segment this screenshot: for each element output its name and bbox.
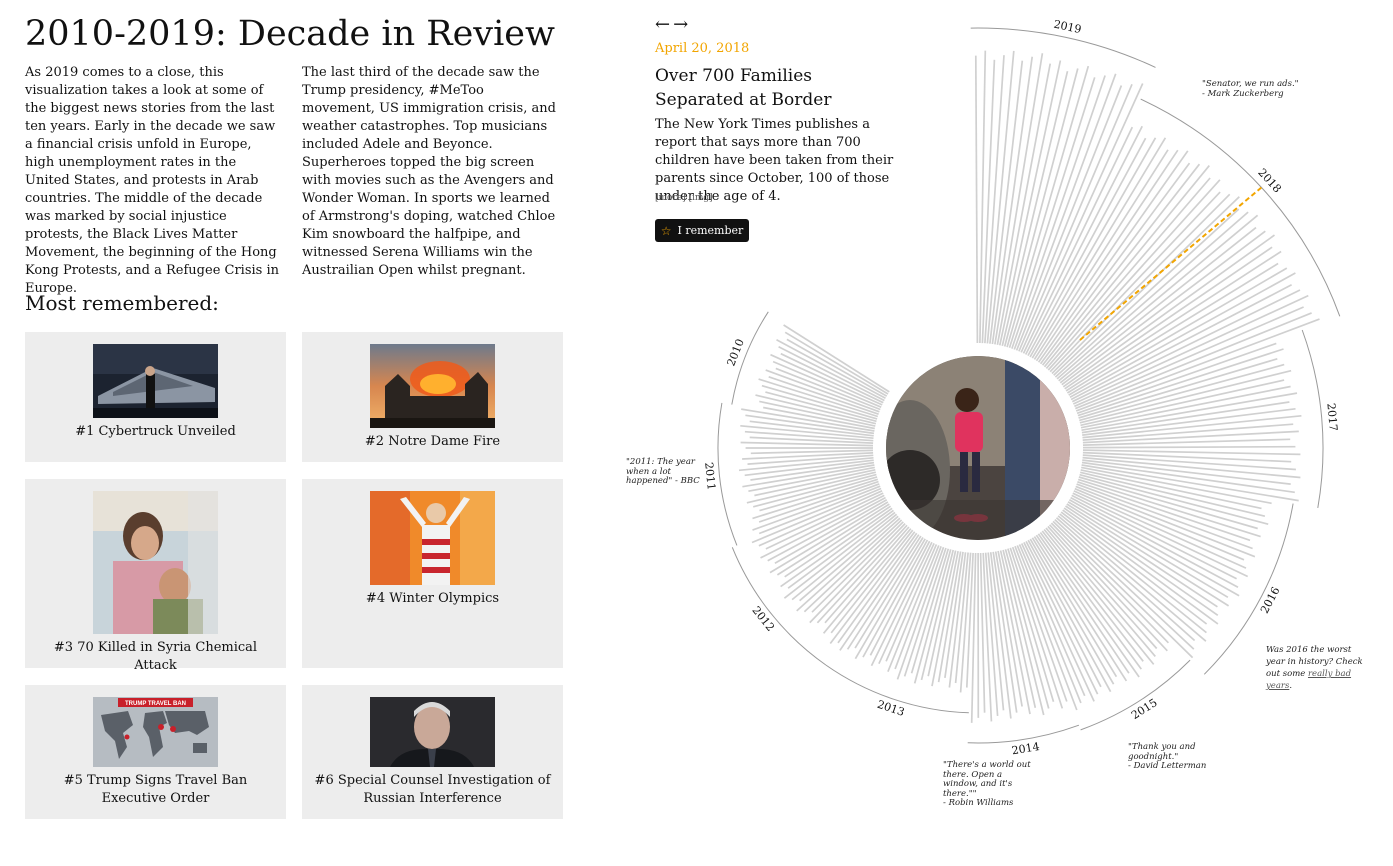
- year-label-2019[interactable]: 2019: [1052, 18, 1082, 37]
- year-label-2018[interactable]: 2018: [1255, 166, 1284, 195]
- event-bar-2011[interactable]: [749, 436, 874, 444]
- event-bar-2011[interactable]: [750, 449, 874, 455]
- img-link[interactable]: [img]: [688, 193, 712, 203]
- i-remember-button[interactable]: ☆ I remember: [655, 219, 749, 242]
- center-photo: [886, 356, 1070, 540]
- event-bar-2013[interactable]: [903, 547, 947, 677]
- quote-2014-author: - Robin Williams: [943, 798, 1014, 808]
- story-title: Over 700 Families Separated at Border: [655, 66, 832, 110]
- year-arc-2011: [717, 402, 738, 546]
- year-label-2013[interactable]: 2013: [876, 698, 907, 719]
- event-bar-2017[interactable]: [1076, 342, 1277, 415]
- year-label-2015[interactable]: 2015: [1129, 696, 1160, 722]
- i-remember-label: I remember: [677, 224, 744, 237]
- year-label-2014[interactable]: 2014: [1011, 740, 1041, 757]
- star-icon: ☆: [660, 223, 672, 238]
- year-arc-2018: [1140, 98, 1341, 317]
- event-bar-2013[interactable]: [846, 535, 922, 650]
- event-bar-2019[interactable]: [974, 55, 979, 344]
- year-label-2012[interactable]: 2012: [749, 604, 777, 634]
- year-arc-2017: [1301, 329, 1324, 508]
- quote-2018-author: - Mark Zuckerberg: [1202, 88, 1284, 99]
- event-bar-2018[interactable]: [1051, 193, 1231, 375]
- year-label-2017[interactable]: 2017: [1324, 403, 1339, 432]
- year-label-2010[interactable]: 2010: [724, 337, 746, 368]
- quote-2018: "Senator, we run ads." - Mark Zuckerberg: [1202, 79, 1322, 99]
- next-story-arrow-icon[interactable]: →: [673, 14, 691, 35]
- event-bar-2017[interactable]: [1081, 464, 1299, 502]
- quote-2015-author: - David Letterman: [1128, 761, 1207, 771]
- previous-story-arrow-icon[interactable]: ←: [655, 14, 673, 35]
- event-bar-2011[interactable]: [758, 480, 879, 523]
- event-bar-2018[interactable]: [1029, 137, 1157, 358]
- quote-2015-text: "Thank you and goodnight.": [1128, 742, 1196, 762]
- quote-2015: "Thank you and goodnight." - David Lette…: [1128, 742, 1218, 772]
- story-links: [more] [img]: [655, 193, 713, 203]
- event-bar-2017[interactable]: [1082, 445, 1296, 449]
- quote-2014: "There's a world out there. Open a windo…: [943, 760, 1038, 809]
- year-label-2016[interactable]: 2016: [1258, 585, 1282, 616]
- event-bar-2017[interactable]: [1079, 363, 1285, 422]
- event-bar-2015[interactable]: [1029, 538, 1115, 685]
- year-arc-2014: [967, 724, 1080, 744]
- story-nav: ←→: [655, 14, 691, 35]
- quote-2016: Was 2016 the worst year in history? Chec…: [1266, 644, 1370, 692]
- quote-2016-suffix: .: [1289, 681, 1293, 691]
- quote-2014-text: "There's a world out there. Open a windo…: [943, 760, 1031, 799]
- more-link[interactable]: [more]: [655, 193, 686, 203]
- quote-2011: "2011: The year when a lot happened" - B…: [626, 457, 700, 486]
- event-bar-2018[interactable]: [1068, 267, 1288, 396]
- story-date: April 20, 2018: [655, 41, 750, 56]
- year-arc-2019: [970, 27, 1156, 68]
